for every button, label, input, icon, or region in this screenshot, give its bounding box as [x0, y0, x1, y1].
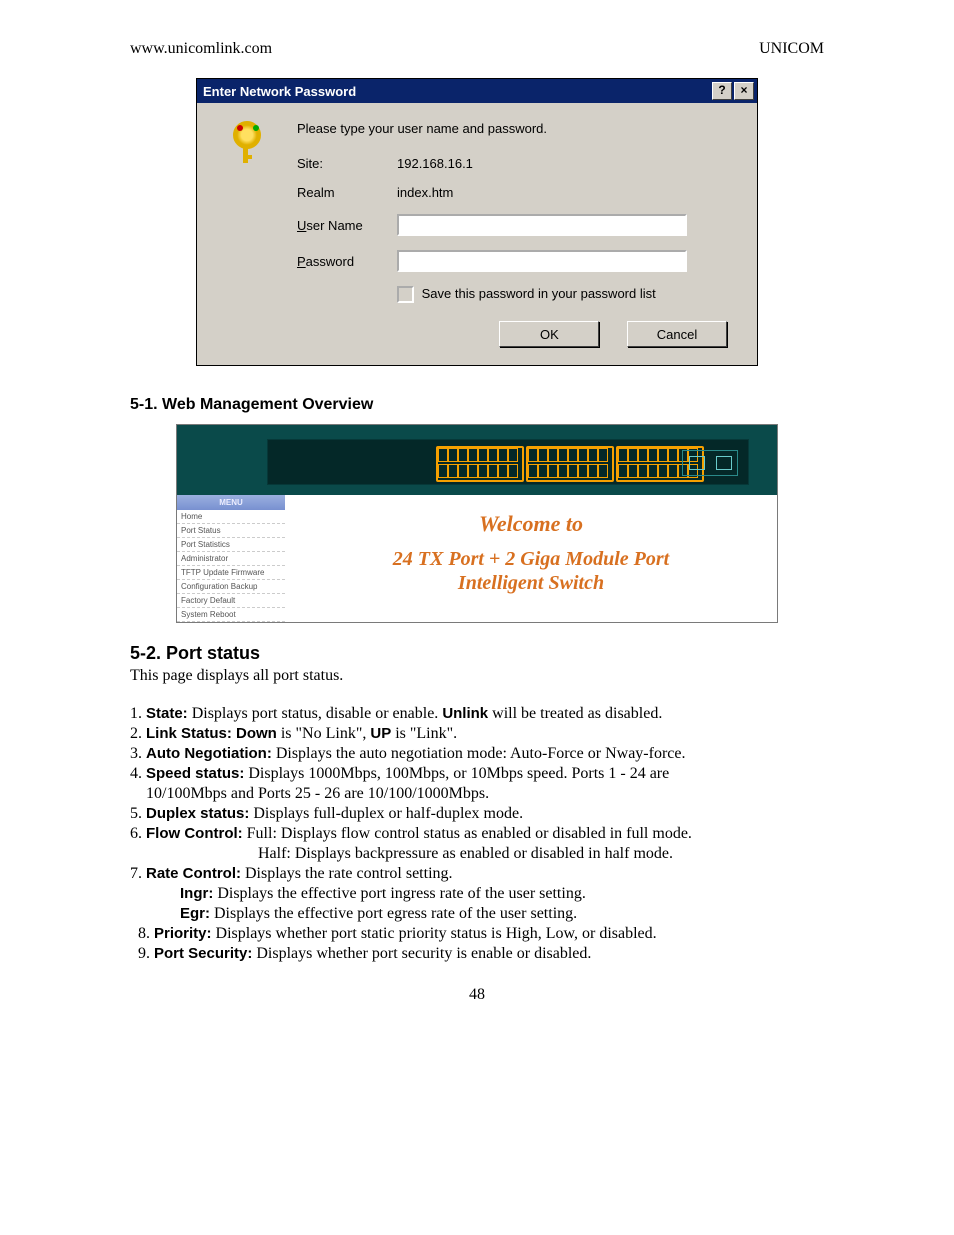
port-status-list: 1. State: Displays port status, disable …: [130, 704, 824, 964]
username-input[interactable]: [397, 214, 687, 236]
section-5-2-title: 5-2. Port status: [130, 643, 824, 664]
menu-item[interactable]: Administrator: [177, 552, 285, 566]
username-label: User Name: [297, 218, 397, 233]
list-item: 4. Speed status: Displays 1000Mbps, 100M…: [130, 764, 824, 784]
dialog-title: Enter Network Password: [203, 84, 710, 99]
mgmt-menu: MENU HomePort StatusPort StatisticsAdmin…: [177, 495, 285, 622]
header-url: www.unicomlink.com: [130, 40, 272, 58]
dialog-titlebar: Enter Network Password ? ×: [197, 79, 757, 103]
welcome-text: Welcome to: [285, 511, 777, 537]
menu-item[interactable]: Port Status: [177, 524, 285, 538]
save-password-checkbox[interactable]: [397, 286, 414, 303]
menu-item[interactable]: Home: [177, 510, 285, 524]
close-button[interactable]: ×: [734, 82, 754, 100]
password-input[interactable]: [397, 250, 687, 272]
save-password-label: Save this password in your password list: [422, 286, 656, 301]
dialog-instruction: Please type your user name and password.: [297, 121, 547, 136]
page-header: www.unicomlink.com UNICOM: [130, 40, 824, 58]
password-dialog: Enter Network Password ? × Please type y…: [196, 78, 758, 366]
menu-item[interactable]: Port Statistics: [177, 538, 285, 552]
section-5-1-title: 5-1. Web Management Overview: [130, 396, 824, 414]
list-item: 1. State: Displays port status, disable …: [130, 704, 824, 724]
menu-item[interactable]: System Reboot: [177, 608, 285, 622]
header-brand: UNICOM: [759, 40, 824, 58]
page-number: 48: [130, 986, 824, 1004]
key-icon: [227, 121, 297, 347]
help-button[interactable]: ?: [712, 82, 732, 100]
ok-button[interactable]: OK: [499, 321, 599, 347]
product-name: 24 TX Port + 2 Giga Module Port Intellig…: [285, 547, 777, 595]
menu-item[interactable]: Factory Default: [177, 594, 285, 608]
switch-banner: [177, 425, 777, 495]
realm-value: index.htm: [397, 185, 453, 200]
list-item: 3. Auto Negotiation: Displays the auto n…: [130, 744, 824, 764]
list-item: 8. Priority: Displays whether port stati…: [130, 924, 824, 944]
password-label: Password: [297, 254, 397, 269]
site-label: Site:: [297, 156, 397, 171]
cancel-button[interactable]: Cancel: [627, 321, 727, 347]
list-item: 5. Duplex status: Displays full-duplex o…: [130, 804, 824, 824]
web-management-screenshot: MENU HomePort StatusPort StatisticsAdmin…: [176, 424, 778, 623]
menu-item[interactable]: Configuration Backup: [177, 580, 285, 594]
list-item: 6. Flow Control: Full: Displays flow con…: [130, 824, 824, 844]
list-item: 2. Link Status: Down is "No Link", UP is…: [130, 724, 824, 744]
list-item: 9. Port Security: Displays whether port …: [130, 944, 824, 964]
menu-item[interactable]: TFTP Update Firmware: [177, 566, 285, 580]
menu-title: MENU: [177, 495, 285, 510]
realm-label: Realm: [297, 185, 397, 200]
list-item: 7. Rate Control: Displays the rate contr…: [130, 864, 824, 884]
site-value: 192.168.16.1: [397, 156, 473, 171]
section-5-2-intro: This page displays all port status.: [130, 666, 824, 686]
